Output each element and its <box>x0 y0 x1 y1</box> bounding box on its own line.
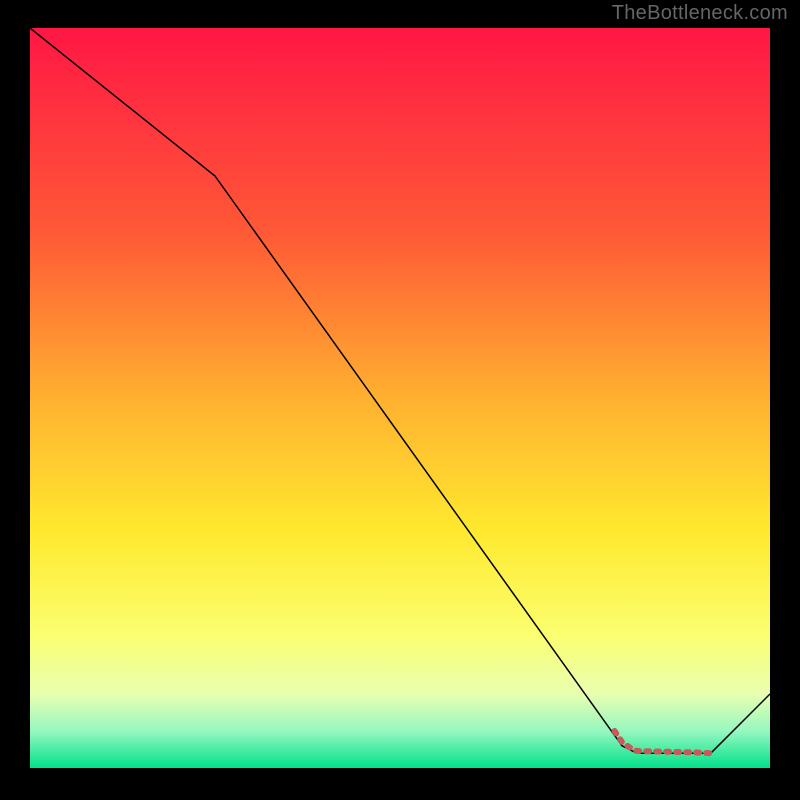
chart-background <box>30 28 770 768</box>
watermark-text: TheBottleneck.com <box>612 2 788 25</box>
chart-area <box>30 28 770 768</box>
chart-svg <box>30 28 770 768</box>
